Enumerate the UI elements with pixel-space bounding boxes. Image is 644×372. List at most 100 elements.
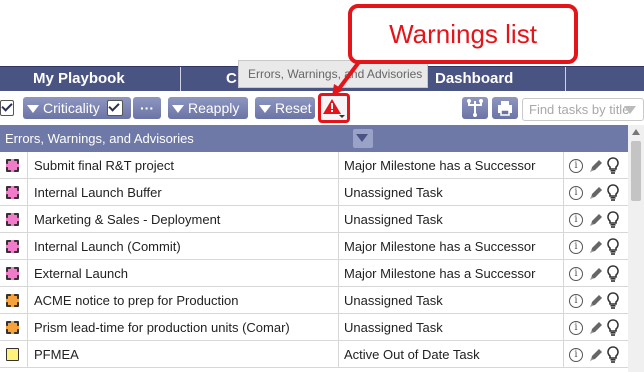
warnings-callout: Warnings list — [348, 4, 578, 64]
info-icon[interactable]: i — [569, 186, 583, 200]
info-icon[interactable]: i — [569, 348, 583, 362]
table-row[interactable]: ACME notice to prep for Production Unassi… — [0, 287, 628, 314]
cell-divider — [27, 152, 28, 179]
pencil-icon[interactable] — [588, 158, 604, 174]
cell-divider — [563, 206, 564, 233]
issue-description: Major Milestone has a Successor — [344, 158, 536, 173]
search-placeholder: Find tasks by title — [529, 102, 630, 117]
info-icon[interactable]: i — [569, 159, 583, 173]
info-icon[interactable]: i — [569, 321, 583, 335]
task-name[interactable]: Submit final R&T project — [34, 152, 174, 179]
column-filter-button[interactable] — [353, 129, 373, 148]
criticality-swatch — [6, 213, 19, 226]
info-icon[interactable]: i — [569, 213, 583, 227]
lightbulb-icon[interactable] — [606, 211, 620, 229]
criticality-swatch — [6, 267, 19, 280]
cell-divider — [338, 233, 339, 260]
issue-description: Major Milestone has a Successor — [344, 239, 536, 254]
cell-divider — [27, 206, 28, 233]
criticality-swatch — [6, 321, 19, 334]
pencil-icon[interactable] — [588, 293, 604, 309]
criticality-swatch — [6, 186, 19, 199]
lightbulb-icon[interactable] — [606, 292, 620, 310]
more-options-button[interactable]: ··· — [133, 97, 161, 119]
cell-divider — [338, 314, 339, 341]
issue-description: Unassigned Task — [344, 185, 443, 200]
pencil-icon[interactable] — [588, 185, 604, 201]
task-name[interactable]: External Launch — [34, 260, 128, 287]
tab-dashboard[interactable]: Dashboard — [435, 67, 513, 92]
pencil-icon[interactable] — [588, 212, 604, 228]
reapply-button[interactable]: Reapply — [168, 97, 248, 119]
reset-label: Reset — [275, 100, 312, 116]
tab-separator — [565, 67, 566, 92]
task-name[interactable]: Prism lead-time for production units (Co… — [34, 314, 290, 341]
tab-partial[interactable]: C — [226, 67, 237, 92]
info-icon[interactable]: i — [569, 294, 583, 308]
search-filter-icon[interactable] — [624, 106, 636, 114]
cell-divider — [338, 152, 339, 179]
task-name[interactable]: ACME notice to prep for Production — [34, 287, 239, 314]
criticality-label: Criticality — [43, 100, 100, 116]
scroll-thumb[interactable] — [631, 141, 641, 201]
pencil-icon[interactable] — [588, 266, 604, 282]
issue-description: Unassigned Task — [344, 293, 443, 308]
filter-checkbox[interactable] — [0, 100, 14, 116]
lightbulb-icon[interactable] — [606, 265, 620, 283]
table-row[interactable]: Marketing & Sales - Deployment Unassigned… — [0, 206, 628, 233]
filter-refresh-icon — [172, 105, 184, 114]
tab-my-playbook[interactable]: My Playbook — [33, 67, 125, 92]
funnel-icon — [356, 134, 368, 142]
table-row[interactable]: Prism lead-time for production units (Co… — [0, 314, 628, 341]
cell-divider — [338, 260, 339, 287]
cell-divider — [338, 179, 339, 206]
lightbulb-icon[interactable] — [606, 184, 620, 202]
criticality-swatch — [6, 348, 19, 361]
lightbulb-icon[interactable] — [606, 319, 620, 337]
cell-divider — [27, 314, 28, 341]
pencil-icon[interactable] — [588, 320, 604, 336]
filter-reset-icon — [259, 105, 271, 114]
reapply-label: Reapply — [188, 100, 240, 116]
cell-divider — [563, 179, 564, 206]
callout-arrow — [332, 60, 361, 96]
pencil-icon[interactable] — [588, 347, 604, 363]
issue-description: Major Milestone has a Successor — [344, 266, 536, 281]
issue-description: Unassigned Task — [344, 320, 443, 335]
task-name[interactable]: Internal Launch Buffer — [34, 179, 162, 206]
hierarchy-button[interactable] — [462, 97, 488, 119]
cell-divider — [27, 287, 28, 314]
filter-icon — [27, 105, 39, 114]
task-name[interactable]: Marketing & Sales - Deployment — [34, 206, 220, 233]
table-row[interactable]: PFMEA Active Out of Date Task i — [0, 341, 628, 368]
table-row[interactable]: External Launch Major Milestone has a Suc… — [0, 260, 628, 287]
section-title: Errors, Warnings, and Advisories — [5, 131, 194, 146]
cell-divider — [563, 287, 564, 314]
task-name[interactable]: PFMEA — [34, 341, 79, 368]
scrollbar[interactable] — [628, 125, 644, 372]
cell-divider — [563, 314, 564, 341]
table-row[interactable]: Submit final R&T project Major Milestone … — [0, 152, 628, 179]
lightbulb-icon[interactable] — [606, 238, 620, 256]
task-name[interactable]: Internal Launch (Commit) — [34, 233, 181, 260]
scroll-up-icon[interactable] — [632, 129, 640, 135]
issue-description: Active Out of Date Task — [344, 347, 480, 362]
pencil-icon[interactable] — [588, 239, 604, 255]
print-button[interactable] — [492, 97, 518, 119]
task-search-input[interactable]: Find tasks by title — [522, 98, 644, 121]
lightbulb-icon[interactable] — [606, 346, 620, 364]
section-header: Errors, Warnings, and Advisories — [0, 125, 628, 152]
criticality-checkbox[interactable] — [107, 100, 123, 116]
lightbulb-icon[interactable] — [606, 157, 620, 175]
table-row[interactable]: Internal Launch (Commit) Major Milestone … — [0, 233, 628, 260]
cell-divider — [563, 260, 564, 287]
cell-divider — [338, 287, 339, 314]
cell-divider — [338, 206, 339, 233]
table-row[interactable]: Internal Launch Buffer Unassigned Task i — [0, 179, 628, 206]
criticality-swatch — [6, 294, 19, 307]
reset-button[interactable]: Reset — [255, 97, 315, 119]
hierarchy-icon — [467, 99, 483, 117]
info-icon[interactable]: i — [569, 240, 583, 254]
cell-divider — [563, 233, 564, 260]
info-icon[interactable]: i — [569, 267, 583, 281]
